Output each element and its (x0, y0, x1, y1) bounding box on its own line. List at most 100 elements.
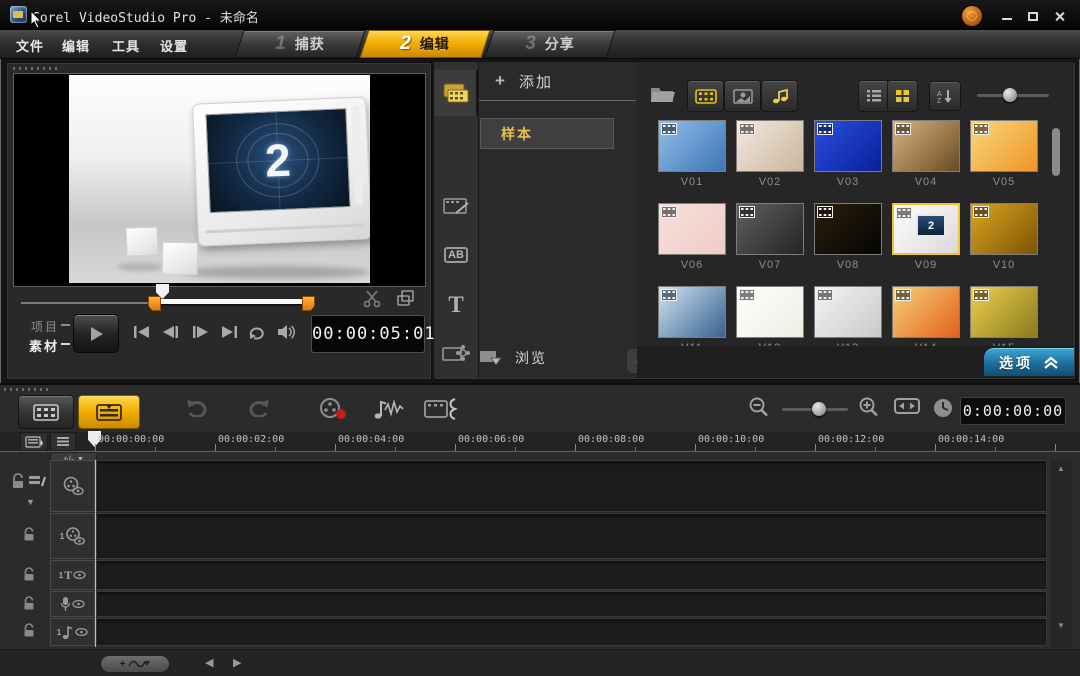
library-thumbnail[interactable] (658, 286, 726, 338)
play-button[interactable] (73, 314, 119, 353)
library-thumbnail[interactable] (814, 286, 882, 338)
lock-track-icon[interactable] (22, 527, 36, 542)
collapse-track-icon[interactable]: ▼ (26, 497, 35, 507)
library-thumbnail[interactable] (658, 120, 726, 172)
library-thumbnail[interactable] (736, 203, 804, 255)
panel-grip[interactable] (4, 388, 50, 391)
end-button[interactable] (215, 320, 242, 344)
lock-track-icon[interactable] (22, 623, 36, 638)
add-category-button[interactable]: + 添加 (479, 62, 636, 101)
ripple-edit-icon[interactable] (28, 474, 46, 488)
library-thumbnail[interactable] (736, 286, 804, 338)
track-manager-button[interactable] (20, 432, 48, 451)
title-tab[interactable]: T (434, 282, 478, 328)
tab-edit[interactable]: 2 编辑 (364, 30, 486, 58)
video-track-lane[interactable] (96, 460, 1047, 512)
show-videos-toggle[interactable] (687, 80, 724, 112)
close-button[interactable] (1046, 8, 1072, 24)
scroll-left-icon[interactable]: ◀ (205, 656, 213, 669)
duration-clock-button[interactable] (932, 397, 954, 419)
menu-file[interactable]: 文件 (16, 36, 44, 55)
timeline-vertical-scrollbar[interactable]: ▲ ▼ (1049, 460, 1072, 648)
lock-track-icon[interactable] (10, 473, 26, 489)
library-thumbnail[interactable] (970, 120, 1038, 172)
redo-button[interactable] (246, 397, 270, 417)
title-track-header[interactable]: 1 T (50, 560, 95, 590)
clip-mode-label[interactable]: 素材 (15, 336, 59, 355)
trim-start-handle[interactable] (148, 296, 161, 311)
show-all-tracks-button[interactable] (50, 432, 76, 451)
scroll-right-icon[interactable]: ▶ (233, 656, 241, 669)
instant-project-tab[interactable] (434, 182, 478, 228)
swap-track-button[interactable]: + (100, 655, 170, 673)
scroll-up-icon[interactable]: ▲ (1057, 464, 1065, 473)
show-audio-toggle[interactable] (761, 80, 798, 112)
volume-button[interactable] (273, 320, 300, 344)
timeline-zoom-knob[interactable] (812, 402, 826, 416)
minimize-button[interactable] (994, 8, 1020, 24)
music-track-lane[interactable] (96, 618, 1047, 646)
timeline-playhead-line[interactable] (95, 460, 96, 647)
options-button[interactable]: 选项 (984, 348, 1074, 376)
trim-range-bar[interactable] (154, 299, 306, 304)
lock-track-icon[interactable] (22, 567, 36, 582)
sound-mixer-button[interactable] (372, 397, 406, 421)
library-thumbnail[interactable] (970, 286, 1038, 338)
timeline-ruler-scale[interactable]: 00:00:00:0000:00:02:0000:00:04:0000:00:0… (0, 432, 1080, 452)
library-thumbnail[interactable] (892, 120, 960, 172)
open-folder-icon[interactable] (649, 82, 677, 104)
split-clip-icon[interactable] (363, 290, 382, 308)
home-button[interactable] (128, 320, 155, 344)
overlay-track-header[interactable]: 1 (50, 513, 95, 559)
preview-timecode-field[interactable]: 00:00:05:01 ▲ ▼ (311, 315, 425, 353)
enlarge-duplicate-icon[interactable] (397, 289, 415, 307)
next-frame-button[interactable] (186, 320, 213, 344)
trim-end-handle[interactable] (302, 296, 315, 311)
undo-button[interactable] (186, 397, 210, 417)
zoom-in-button[interactable] (858, 397, 880, 417)
menu-edit[interactable]: 编辑 (62, 36, 90, 55)
list-view-button[interactable] (858, 80, 889, 112)
menu-tools[interactable]: 工具 (112, 36, 140, 55)
category-item-sample[interactable]: 样本 (480, 118, 614, 149)
tab-capture[interactable]: 1 捕获 (239, 30, 361, 58)
auto-music-button[interactable] (424, 397, 458, 421)
title-track-lane[interactable] (96, 560, 1047, 590)
timeline-timecode-field[interactable]: 0:00:00:00 (960, 397, 1066, 425)
zoom-out-button[interactable] (748, 397, 770, 417)
browse-button[interactable]: 浏览 (479, 342, 636, 374)
tab-share[interactable]: 3 分享 (489, 30, 611, 58)
library-thumbnail[interactable]: 2 (892, 203, 960, 255)
video-track-header[interactable] (50, 460, 95, 512)
project-mode-label[interactable]: 项目 (15, 318, 59, 335)
gallery-scrollbar[interactable] (1052, 128, 1060, 176)
thumbnail-view-button[interactable] (887, 80, 918, 112)
library-thumbnail[interactable] (814, 203, 882, 255)
maximize-button[interactable] (1020, 8, 1046, 24)
menu-settings[interactable]: 设置 (160, 36, 188, 55)
lock-track-icon[interactable] (22, 596, 36, 611)
previous-frame-button[interactable] (157, 320, 184, 344)
library-thumbnail[interactable] (970, 203, 1038, 255)
overlay-track-lane[interactable] (96, 513, 1047, 559)
fit-timeline-button[interactable] (894, 397, 920, 415)
timeline-view-button[interactable] (78, 395, 140, 429)
storyboard-view-button[interactable] (18, 395, 74, 429)
show-photos-toggle[interactable] (724, 80, 761, 112)
repeat-button[interactable] (243, 320, 270, 344)
sort-button[interactable]: A Z (929, 81, 961, 111)
scroll-down-icon[interactable]: ▼ (1057, 621, 1065, 630)
library-thumbnail[interactable] (658, 203, 726, 255)
media-library-tab[interactable] (434, 70, 478, 116)
transition-tab[interactable]: AB (434, 232, 478, 278)
graphic-tab[interactable] (434, 330, 478, 376)
voice-track-lane[interactable] (96, 591, 1047, 617)
music-track-header[interactable]: 1 (50, 618, 95, 646)
library-thumbnail[interactable] (892, 286, 960, 338)
voice-track-header[interactable] (50, 591, 95, 617)
record-capture-button[interactable] (318, 397, 348, 421)
corel-guide-icon[interactable] (962, 6, 982, 26)
thumbnail-size-knob[interactable] (1003, 88, 1017, 102)
library-thumbnail[interactable] (814, 120, 882, 172)
library-thumbnail[interactable] (736, 120, 804, 172)
